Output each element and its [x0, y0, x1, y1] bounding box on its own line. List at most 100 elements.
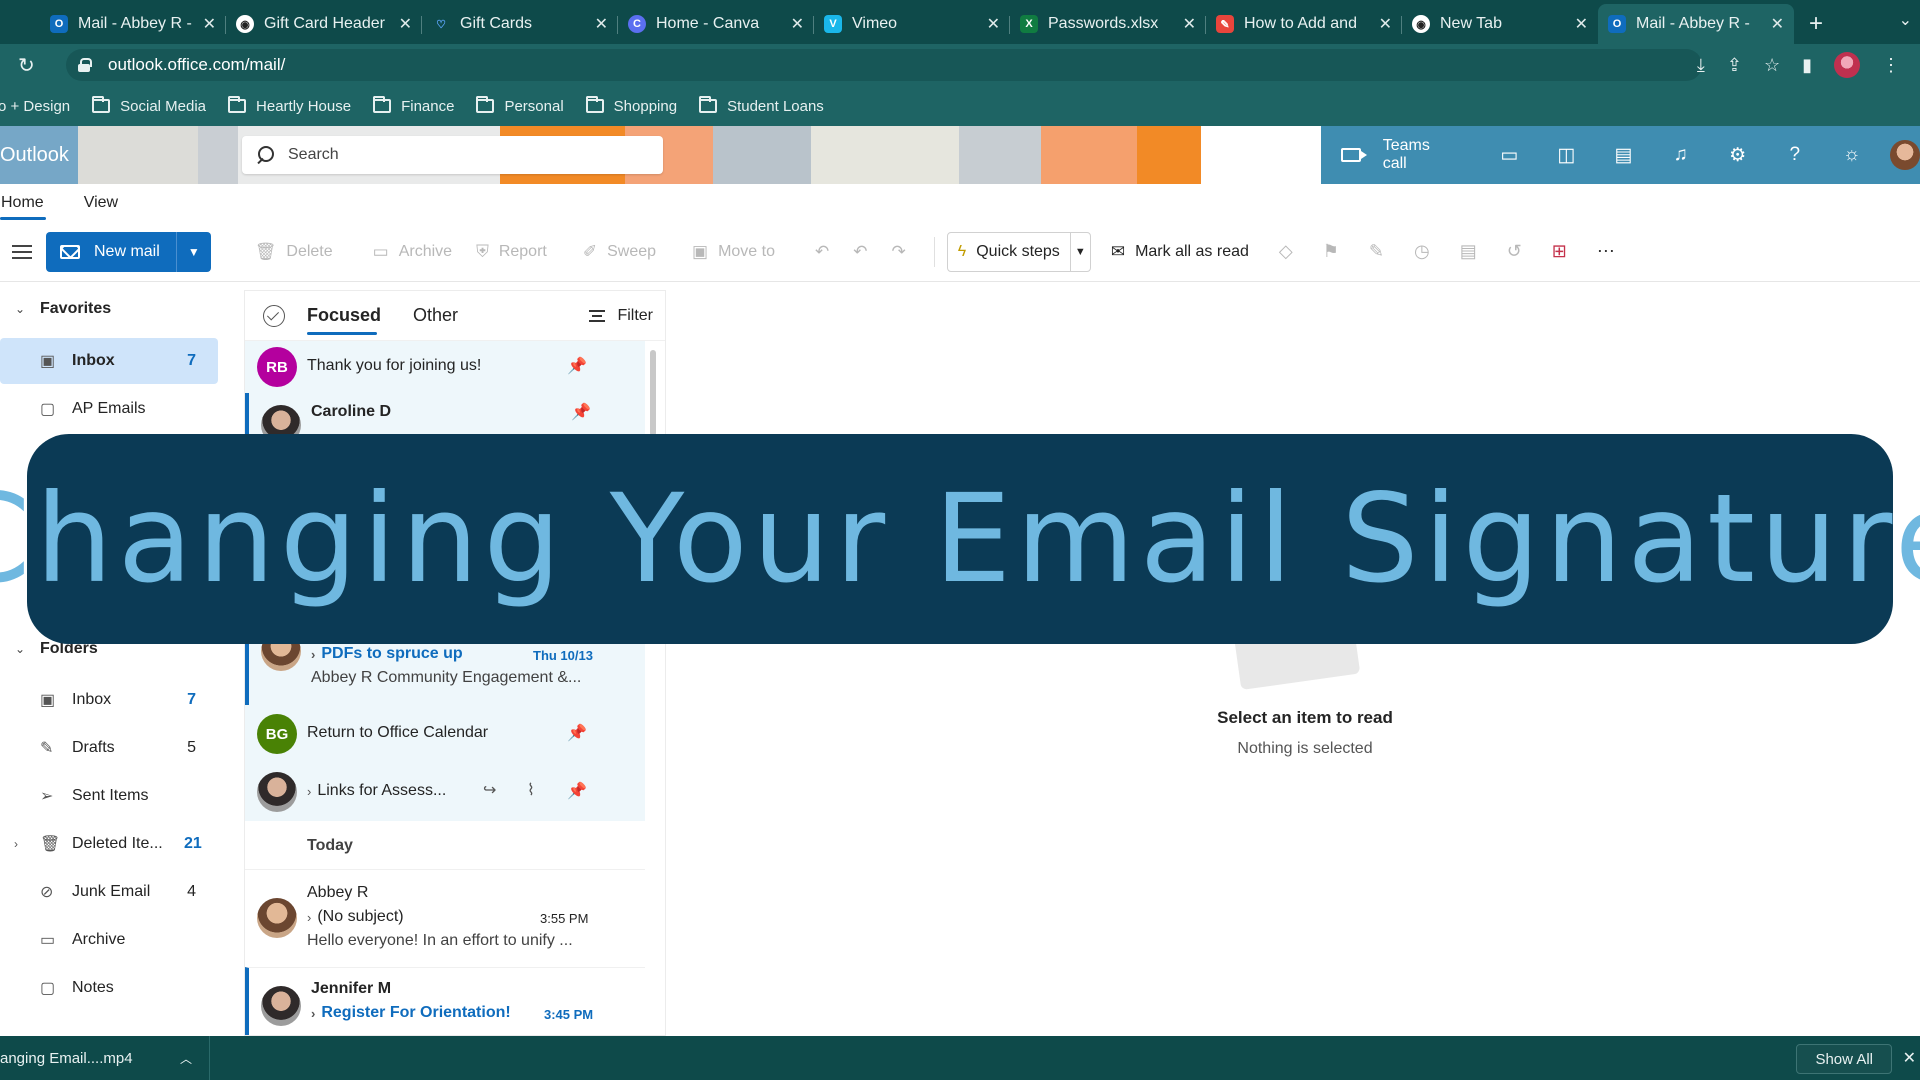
close-icon[interactable]: ✕ [791, 14, 804, 34]
nav-item-ap-emails[interactable]: ▢ AP Emails [0, 386, 218, 432]
sweep-button[interactable]: ✐ Sweep [583, 242, 656, 262]
favorites-header[interactable]: ⌄ Favorites [0, 300, 111, 318]
browser-menu-icon[interactable]: ⋮ [1882, 55, 1900, 76]
tab-home[interactable]: Home [0, 184, 46, 222]
tab-search-chevron-icon[interactable]: ⌄ [1899, 10, 1912, 30]
chevron-down-icon[interactable]: ▼ [177, 232, 211, 272]
nav-item-drafts[interactable]: ✎ Drafts 5 [0, 725, 218, 771]
rules-icon[interactable]: ▤ [1460, 241, 1477, 262]
url-field[interactable]: outlook.office.com/mail/ [66, 49, 1702, 81]
bookmark-finance[interactable]: Finance [373, 96, 454, 115]
account-avatar[interactable] [1890, 140, 1920, 170]
nav-item-junk-email[interactable]: ⊘ Junk Email 4 [0, 869, 218, 915]
tab-mail-abbey-1[interactable]: O Mail - Abbey R - ✕ [0, 4, 226, 44]
list-item[interactable]: Jennifer M › Register For Orientation! 3… [245, 967, 645, 1035]
reply-all-button[interactable]: ↶ [853, 242, 877, 262]
tab-home-canva[interactable]: C Home - Canva ✕ [618, 4, 814, 44]
close-icon[interactable]: ✕ [399, 14, 412, 34]
close-icon[interactable]: ✕ [987, 14, 1000, 34]
show-all-button[interactable]: Show All [1796, 1044, 1892, 1074]
bookmark-shopping[interactable]: Shopping [585, 96, 677, 115]
tab-how-to-add[interactable]: ✎ How to Add and ✕ [1206, 4, 1402, 44]
chevron-right-icon[interactable]: › [14, 837, 18, 851]
gear-icon[interactable]: ⚙ [1709, 144, 1766, 167]
tab-new-tab[interactable]: ◉ New Tab ✕ [1402, 4, 1598, 44]
list-item[interactable]: › Links for Assess... ↪ ⌇ 📌 [245, 763, 645, 821]
pin-icon[interactable]: 📌 [571, 402, 591, 421]
tag-icon[interactable]: ◇ [1279, 241, 1293, 262]
bell-icon[interactable]: ♫ [1652, 144, 1709, 166]
clock-icon[interactable]: ◷ [1414, 241, 1430, 262]
list-item[interactable]: BG Return to Office Calendar 📌 [245, 705, 645, 763]
tab-gift-card-header[interactable]: ◉ Gift Card Header ✕ [226, 4, 422, 44]
reload-icon[interactable]: ↻ [18, 53, 44, 78]
close-icon[interactable]: ✕ [1379, 14, 1392, 34]
calendar-check-icon[interactable]: ▤ [1595, 144, 1652, 167]
filter-button[interactable]: Filter [589, 291, 653, 341]
install-icon[interactable]: ⤓ [1697, 55, 1705, 76]
list-item[interactable]: RB Thank you for joining us! 📌 [245, 341, 645, 393]
tab-vimeo[interactable]: V Vimeo ✕ [814, 4, 1010, 44]
nav-item-inbox[interactable]: ▣ Inbox 7 [0, 677, 218, 723]
move-to-button[interactable]: ▣ Move to [692, 242, 775, 262]
tab-other[interactable]: Other [413, 291, 458, 341]
list-item[interactable]: Abbey R › (No subject) 3:55 PM Hello eve… [245, 869, 645, 965]
tab-focused[interactable]: Focused [307, 291, 381, 341]
flag-icon[interactable]: ⚑ [1323, 241, 1339, 262]
close-icon[interactable]: ✕ [1183, 14, 1196, 34]
bookmark-student-loans[interactable]: Student Loans [699, 96, 824, 115]
apps-icon[interactable]: ⊞ [1552, 241, 1567, 262]
new-tab-button[interactable]: + [1794, 4, 1838, 44]
nav-item-favorites-inbox[interactable]: ▣ Inbox 7 [0, 338, 218, 384]
message-list-scrollbar[interactable] [650, 350, 656, 436]
delete-button[interactable]: 🗑 Delete [255, 242, 333, 262]
archive-button[interactable]: ▭ Archive [373, 242, 452, 262]
chevron-up-icon[interactable]: ︿ [180, 1050, 192, 1067]
close-icon[interactable]: ✕ [203, 14, 216, 34]
hamburger-menu-icon[interactable] [12, 244, 32, 259]
mark-all-read-button[interactable]: ✉ Mark all as read [1111, 242, 1249, 262]
bookmark-personal[interactable]: Personal [476, 96, 564, 115]
tab-mail-abbey-active[interactable]: O Mail - Abbey R - ✕ [1598, 4, 1794, 44]
office-icon[interactable]: ◫ [1538, 144, 1595, 167]
quick-steps-button[interactable]: ϟ Quick steps ▼ [946, 231, 1091, 272]
outlook-brand[interactable]: Outlook [0, 126, 78, 184]
tab-gift-cards[interactable]: ♡ Gift Cards ✕ [422, 4, 618, 44]
tab-view[interactable]: View [83, 184, 119, 222]
search-input[interactable]: Search [242, 136, 663, 174]
reply-button[interactable]: ↶ [815, 242, 839, 262]
undo-icon[interactable]: ↺ [1507, 241, 1522, 262]
close-icon[interactable]: ✕ [595, 14, 608, 34]
select-all-icon[interactable] [263, 304, 285, 327]
forward-button[interactable]: ↷ [892, 242, 916, 262]
pin-icon[interactable]: 📌 [567, 356, 587, 375]
help-icon[interactable]: ? [1766, 144, 1823, 166]
close-icon[interactable]: ✕ [1575, 14, 1588, 34]
profile-avatar[interactable] [1834, 52, 1860, 78]
pin-icon[interactable]: 📌 [567, 781, 587, 800]
close-icon[interactable]: ✕ [1771, 14, 1784, 34]
vimeo-icon: V [824, 15, 842, 33]
star-icon[interactable]: ☆ [1764, 55, 1780, 76]
pin-icon[interactable]: 📌 [567, 723, 587, 742]
teams-call-button[interactable]: Teams call [1341, 137, 1457, 173]
new-mail-button[interactable]: New mail [46, 231, 177, 272]
nav-item-archive[interactable]: ▭ Archive [0, 917, 218, 963]
pin-icon[interactable]: ✎ [1369, 241, 1384, 262]
more-options-icon[interactable]: ⋯ [1597, 241, 1615, 262]
nav-item-sent-items[interactable]: ➢ Sent Items [0, 773, 218, 819]
close-icon[interactable]: ✕ [1903, 1048, 1916, 1068]
nav-item-notes[interactable]: ▢ Notes [0, 965, 218, 1011]
chevron-down-icon[interactable]: ▼ [1069, 231, 1090, 272]
bookmark-social-media[interactable]: Social Media [92, 96, 206, 115]
lightbulb-icon[interactable]: ☼ [1823, 144, 1880, 166]
share-icon[interactable]: ⇪ [1727, 55, 1742, 76]
bookmark-design[interactable]: o + Design [0, 98, 70, 115]
tab-passwords-xlsx[interactable]: X Passwords.xlsx ✕ [1010, 4, 1206, 44]
chat-icon[interactable]: ▭ [1481, 144, 1538, 167]
download-item[interactable]: anging Email....mp4 ︿ [0, 1036, 210, 1080]
report-button[interactable]: ⛨ Report [476, 242, 547, 262]
nav-item-deleted-items[interactable]: › 🗑 Deleted Ite... 21 [0, 821, 218, 867]
side-panel-icon[interactable]: ▮ [1802, 55, 1812, 76]
bookmark-heartly-house[interactable]: Heartly House [228, 96, 351, 115]
